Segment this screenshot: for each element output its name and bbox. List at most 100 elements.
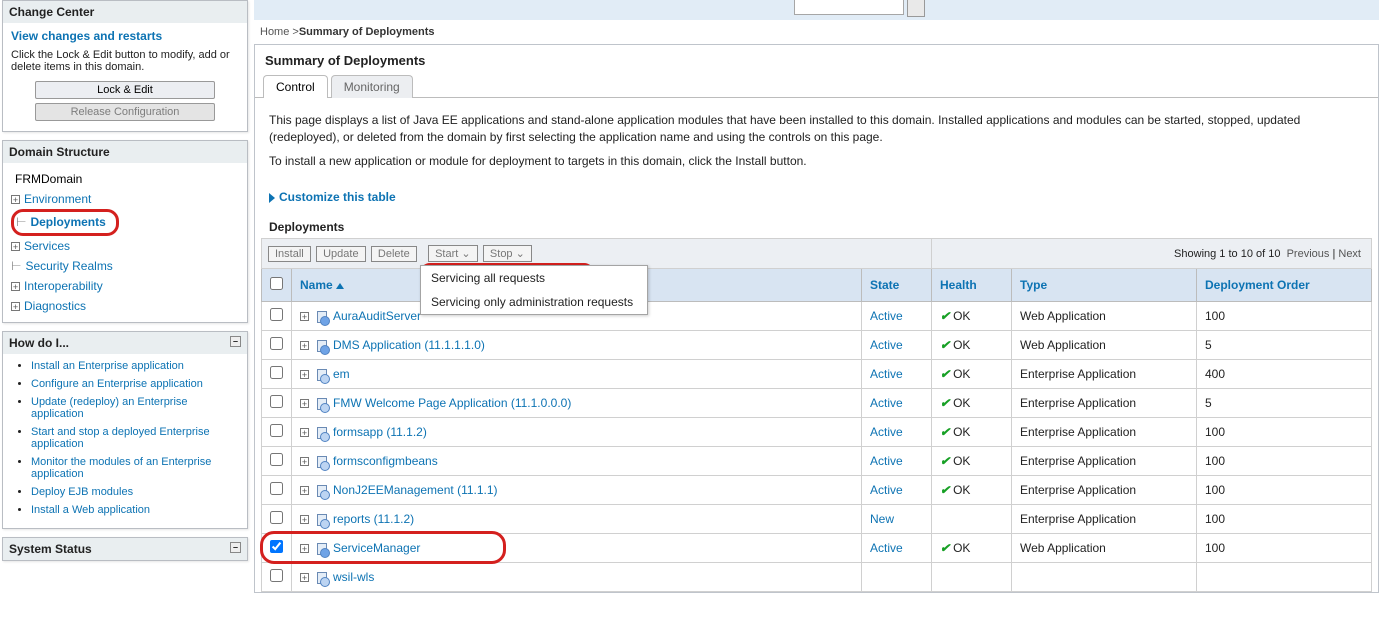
state-link[interactable]: Active (870, 454, 903, 468)
expand-row-icon[interactable]: + (300, 341, 309, 350)
how-do-i-link[interactable]: Configure an Enterprise application (31, 378, 203, 390)
deployment-name-link[interactable]: ServiceManager (333, 541, 420, 555)
state-link[interactable]: Active (870, 396, 903, 410)
how-do-i-link[interactable]: Start and stop a deployed Enterprise app… (31, 426, 210, 450)
prev-page-link[interactable]: Previous (1287, 248, 1330, 260)
row-checkbox[interactable] (270, 337, 283, 350)
table-row: + FMW Welcome Page Application (11.1.0.0.… (262, 389, 1372, 418)
state-link[interactable]: Active (870, 541, 903, 555)
how-do-i-link[interactable]: Install an Enterprise application (31, 360, 184, 372)
tree-item-environment[interactable]: Environment (24, 192, 91, 206)
tree-root: FRMDomain (11, 169, 239, 189)
deployment-name-link[interactable]: DMS Application (11.1.1.1.0) (333, 338, 485, 352)
order-cell: 100 (1197, 302, 1372, 331)
order-cell (1197, 563, 1372, 592)
deployment-name-link[interactable]: em (333, 367, 350, 381)
state-link[interactable]: Active (870, 425, 903, 439)
tab-monitoring[interactable]: Monitoring (331, 75, 413, 98)
tree-item-services[interactable]: Services (24, 239, 70, 253)
col-state[interactable]: State (862, 269, 932, 302)
row-checkbox[interactable] (270, 569, 283, 582)
page-description-2: To install a new application or module f… (255, 153, 1378, 176)
customize-table-link[interactable]: Customize this table (255, 176, 1378, 210)
deployment-name-link[interactable]: NonJ2EEManagement (11.1.1) (333, 483, 498, 497)
row-checkbox[interactable] (270, 308, 283, 321)
tree-item-deployments[interactable]: Deployments (30, 215, 105, 229)
expand-row-icon[interactable]: + (300, 399, 309, 408)
deployment-name-link[interactable]: formsapp (11.1.2) (333, 425, 427, 439)
expand-row-icon[interactable]: + (300, 573, 309, 582)
health-cell: ✔OK (932, 389, 1012, 418)
tree-item-diagnostics[interactable]: Diagnostics (24, 299, 86, 313)
type-cell: Web Application (1012, 302, 1197, 331)
expand-row-icon[interactable]: + (300, 428, 309, 437)
expand-row-icon[interactable]: + (300, 486, 309, 495)
delete-button[interactable]: Delete (371, 246, 417, 262)
domain-structure-title: Domain Structure (3, 141, 247, 163)
start-dropdown-button[interactable]: Start ⌄ (428, 245, 478, 262)
state-link[interactable]: Active (870, 338, 903, 352)
col-order[interactable]: Deployment Order (1197, 269, 1372, 302)
state-link[interactable]: New (870, 512, 894, 526)
expand-row-icon[interactable]: + (300, 457, 309, 466)
ok-check-icon: ✔ (940, 454, 950, 468)
order-cell: 100 (1197, 505, 1372, 534)
install-button[interactable]: Install (268, 246, 311, 262)
row-checkbox[interactable] (270, 482, 283, 495)
tab-control[interactable]: Control (263, 75, 328, 98)
expand-row-icon[interactable]: + (300, 515, 309, 524)
tree-expand-icon[interactable]: + (11, 302, 20, 311)
state-link[interactable]: Active (870, 309, 903, 323)
tree-expand-icon[interactable]: + (11, 242, 20, 251)
tree-item-security-realms[interactable]: Security Realms (25, 259, 112, 273)
update-button[interactable]: Update (316, 246, 365, 262)
expand-row-icon[interactable]: + (300, 544, 309, 553)
how-do-i-link[interactable]: Update (redeploy) an Enterprise applicat… (31, 396, 188, 420)
start-menu-item[interactable]: Servicing only administration requests (421, 290, 647, 314)
row-checkbox[interactable] (270, 540, 283, 553)
minimize-icon[interactable]: – (230, 336, 241, 347)
how-do-i-link[interactable]: Deploy EJB modules (31, 486, 133, 498)
tree-expand-icon[interactable]: + (11, 282, 20, 291)
deployment-name-link[interactable]: wsil-wls (333, 570, 374, 584)
expand-row-icon[interactable]: + (300, 370, 309, 379)
deployment-name-link[interactable]: AuraAuditServer (333, 309, 421, 323)
page-description-1: This page displays a list of Java EE app… (255, 98, 1378, 153)
stop-dropdown-button[interactable]: Stop ⌄ (483, 245, 532, 262)
next-page-link[interactable]: Next (1338, 248, 1361, 260)
view-changes-link[interactable]: View changes and restarts (11, 29, 239, 43)
row-checkbox[interactable] (270, 395, 283, 408)
lock-edit-button[interactable]: Lock & Edit (35, 81, 215, 99)
ok-check-icon: ✔ (940, 541, 950, 555)
start-menu-item[interactable]: Servicing all requests (421, 266, 647, 290)
tree-expand-icon[interactable]: + (11, 195, 20, 204)
search-button[interactable] (907, 0, 925, 17)
select-all-checkbox[interactable] (270, 277, 283, 290)
system-status-title: System Status – (3, 538, 247, 560)
health-cell: ✔OK (932, 302, 1012, 331)
type-cell: Enterprise Application (1012, 476, 1197, 505)
type-cell: Enterprise Application (1012, 447, 1197, 476)
deployment-name-link[interactable]: reports (11.1.2) (333, 512, 414, 526)
release-config-button[interactable]: Release Configuration (35, 103, 215, 121)
col-type[interactable]: Type (1012, 269, 1197, 302)
row-checkbox[interactable] (270, 424, 283, 437)
search-input[interactable] (794, 0, 904, 15)
row-checkbox[interactable] (270, 366, 283, 379)
deployment-name-link[interactable]: FMW Welcome Page Application (11.1.0.0.0… (333, 396, 571, 410)
state-link[interactable]: Active (870, 367, 903, 381)
type-cell: Web Application (1012, 331, 1197, 360)
row-checkbox[interactable] (270, 453, 283, 466)
minimize-icon[interactable]: – (230, 542, 241, 553)
how-do-i-link[interactable]: Install a Web application (31, 504, 150, 516)
state-link[interactable]: Active (870, 483, 903, 497)
table-row: +ServiceManager Active ✔OK Web Applicati… (262, 534, 1372, 563)
deployment-name-link[interactable]: formsconfigmbeans (333, 454, 438, 468)
col-health[interactable]: Health (932, 269, 1012, 302)
how-do-i-link[interactable]: Monitor the modules of an Enterprise app… (31, 456, 211, 480)
row-checkbox[interactable] (270, 511, 283, 524)
tree-item-interoperability[interactable]: Interoperability (24, 279, 103, 293)
web-app-icon (315, 310, 329, 324)
expand-row-icon[interactable]: + (300, 312, 309, 321)
breadcrumb-home[interactable]: Home (260, 26, 289, 38)
